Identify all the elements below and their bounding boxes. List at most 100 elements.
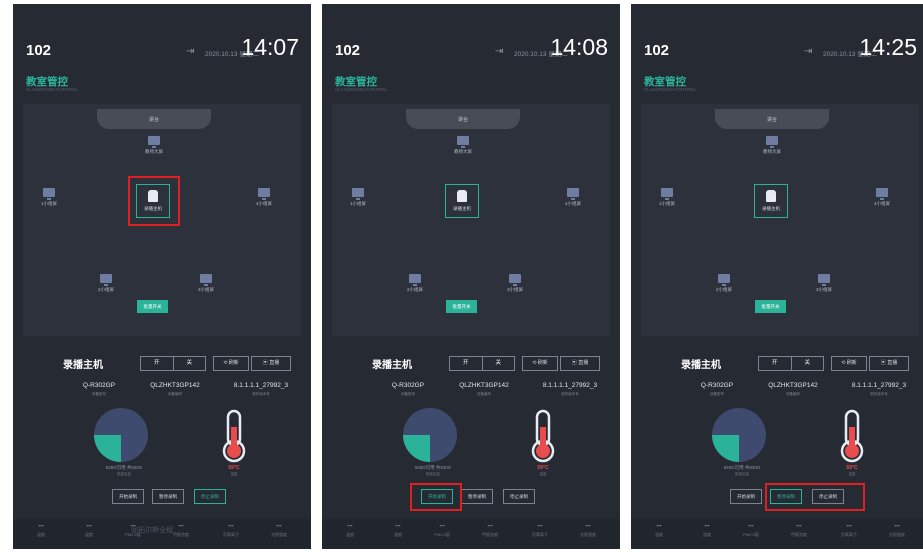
device-group3-screen[interactable]: 3小组屏 — [805, 270, 843, 304]
temperature-label: 温度 — [230, 472, 238, 476]
power-on-button[interactable]: 开 — [141, 357, 174, 370]
device-group3-screen[interactable]: 3小组屏 — [496, 270, 534, 304]
monitor-icon — [409, 274, 421, 286]
logout-icon[interactable]: ⇥ — [804, 46, 812, 57]
device-group2-screen[interactable]: 2小组屏 — [705, 270, 743, 304]
device-group3-screen[interactable]: 3小组屏 — [187, 270, 225, 304]
power-off-button[interactable]: 关 — [483, 357, 515, 370]
power-off-button[interactable]: 关 — [174, 357, 206, 370]
disk-capacity-text: 928G可用 共930G — [105, 465, 143, 470]
version-label: 软件版本号 — [252, 392, 270, 396]
model-label: 设备型号 — [92, 392, 106, 396]
device-group2-screen[interactable]: 2小组屏 — [396, 270, 434, 304]
group-power-button[interactable]: 批量开关 — [446, 300, 477, 313]
disk-capacity-text: 928G可用 共930G — [723, 465, 761, 470]
disk-used-slice — [94, 435, 121, 462]
start-recording-button[interactable]: 开始录制 — [730, 489, 762, 504]
refresh-button[interactable]: ⟲ 刷新 — [522, 356, 558, 371]
device-group2-screen[interactable]: 2小组屏 — [87, 270, 125, 304]
device-teacher-screen[interactable]: 教师大屏 — [444, 132, 482, 166]
footer-value: -- — [894, 521, 900, 530]
footer-item-light: -- 光照强度 — [879, 522, 915, 538]
device-group4-screen[interactable]: 4小组屏 — [554, 184, 592, 218]
serial-label: 设备编号 — [477, 392, 491, 396]
monitor-icon — [200, 274, 212, 286]
device-label: 4小组屏 — [873, 201, 890, 206]
pause-recording-button[interactable]: 暂停录制 — [152, 489, 184, 504]
model-value: Q-R302GP — [391, 382, 425, 389]
device-label: 教师大屏 — [454, 149, 472, 154]
recorder-icon — [766, 190, 776, 202]
device-group1-screen[interactable]: 1小组屏 — [30, 184, 68, 218]
room-number: 102 — [335, 42, 361, 59]
power-toggle[interactable]: 开关 — [449, 356, 515, 371]
device-teacher-screen[interactable]: 教师大屏 — [753, 132, 791, 166]
monitor-icon — [148, 136, 160, 148]
device-group1-screen[interactable]: 1小组屏 — [339, 184, 377, 218]
group-power-button[interactable]: 批量开关 — [755, 300, 786, 313]
podium-label: 讲台 — [148, 117, 159, 123]
stop-recording-button[interactable]: 停止录制 — [194, 489, 226, 504]
model-label: 设备型号 — [710, 392, 724, 396]
podium: 讲台 — [406, 109, 520, 129]
refresh-button[interactable]: ⟲ 刷新 — [213, 356, 249, 371]
screen-panel-3: 102 ⇥ 2020.10.13 星期二 14:25 教室管控 CLASSROO… — [631, 4, 923, 549]
device-group1-screen[interactable]: 1小组屏 — [648, 184, 686, 218]
footer-value: -- — [846, 521, 852, 530]
start-recording-button[interactable]: 开始录制 — [112, 489, 144, 504]
refresh-label: 刷新 — [537, 360, 548, 366]
monitor-icon — [876, 188, 888, 200]
live-button[interactable]: ▣ 直播 — [251, 356, 291, 371]
disk-capacity-label: 磁盘容量 — [117, 472, 131, 476]
refresh-button[interactable]: ⟲ 刷新 — [831, 356, 867, 371]
live-button[interactable]: ▣ 直播 — [560, 356, 600, 371]
device-label: 教师大屏 — [145, 149, 163, 154]
device-group4-screen[interactable]: 4小组屏 — [245, 184, 283, 218]
device-label: 3小组屏 — [197, 287, 214, 292]
thermometer-icon — [840, 409, 864, 463]
footer-label: PM2.5值 — [434, 532, 450, 537]
logout-icon[interactable]: ⇥ — [495, 46, 503, 57]
power-toggle[interactable]: 开关 — [140, 356, 206, 371]
device-label: 3小组屏 — [506, 287, 523, 292]
screen-panel-1: 102 ⇥ 2020.10.13 星期二 14:07 教室管控 CLASSROO… — [13, 4, 311, 549]
serial-value: QLZHKT3GP142 — [459, 382, 509, 389]
podium-label: 讲台 — [457, 117, 468, 123]
footer-value: -- — [585, 521, 591, 530]
footer-item-pm25: -- PM2.5值 — [733, 522, 769, 538]
footer-value: -- — [656, 521, 662, 530]
footer-item-pm25: -- PM2.5值 — [424, 522, 460, 538]
live-button[interactable]: ▣ 直播 — [869, 356, 909, 371]
serial-value: QLZHKT3GP142 — [768, 382, 818, 389]
clock-time: 14:25 — [859, 34, 917, 60]
power-toggle[interactable]: 开关 — [758, 356, 824, 371]
power-on-button[interactable]: 开 — [450, 357, 483, 370]
monitor-icon — [100, 274, 112, 286]
footer-item-light: -- 光照强度 — [261, 522, 297, 538]
stop-recording-button[interactable]: 停止录制 — [503, 489, 535, 504]
clock-time: 14:08 — [550, 34, 608, 60]
power-off-button[interactable]: 关 — [792, 357, 824, 370]
podium-label: 讲台 — [766, 117, 777, 123]
device-recording-host[interactable]: 录播主机 — [445, 184, 479, 218]
clock-time: 14:07 — [241, 34, 299, 60]
device-label: 教师大屏 — [763, 149, 781, 154]
monitor-icon — [766, 136, 778, 148]
logout-icon[interactable]: ⇥ — [186, 46, 194, 57]
device-group4-screen[interactable]: 4小组屏 — [863, 184, 901, 218]
device-recording-host[interactable]: 录播主机 — [754, 184, 788, 218]
footer-item-temperature: -- 温度 — [332, 522, 368, 538]
footer-item-temperature: -- 温度 — [23, 522, 59, 538]
device-teacher-screen[interactable]: 教师大屏 — [135, 132, 173, 166]
pause-recording-button[interactable]: 暂停录制 — [461, 489, 493, 504]
host-section-title: 录播主机 — [681, 360, 721, 371]
version-value: 8.1.1.1.1_27992_3 — [851, 382, 907, 389]
footer-item-temperature: -- 温度 — [641, 522, 677, 538]
temperature-value: 59°C — [846, 465, 858, 471]
group-power-button[interactable]: 批量开关 — [137, 300, 168, 313]
power-on-button[interactable]: 开 — [759, 357, 792, 370]
disk-pie-chart — [712, 408, 766, 462]
monitor-icon — [43, 188, 55, 200]
footer-label: 温度 — [655, 532, 663, 537]
footer-item-formaldehyde: -- 甲醛浓度 — [781, 522, 817, 538]
